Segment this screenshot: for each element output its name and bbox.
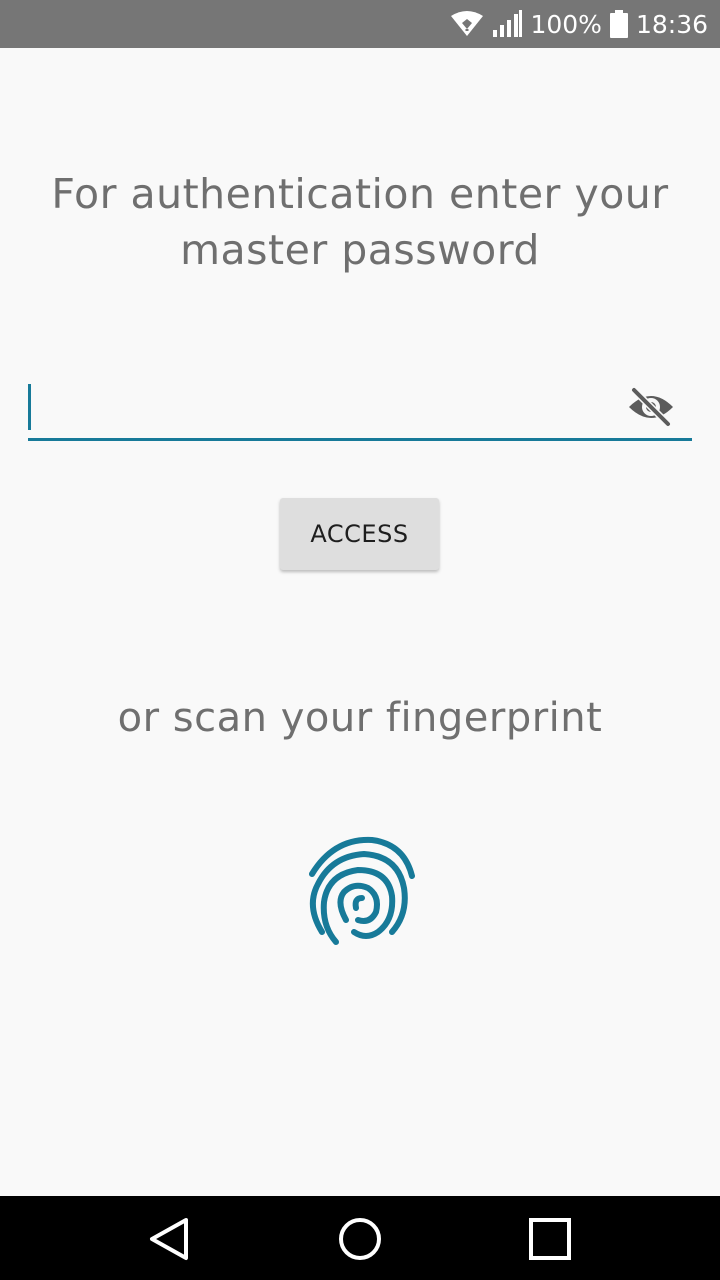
status-bar: 100% 18:36	[0, 0, 720, 48]
auth-prompt: For authentication enter your master pas…	[51, 170, 669, 274]
clock: 18:36	[635, 9, 708, 39]
battery-icon	[609, 10, 628, 38]
home-icon[interactable]	[337, 1216, 383, 1262]
password-underline	[28, 438, 692, 441]
password-field	[28, 376, 692, 442]
fingerprint-prompt: or scan your fingerprint	[117, 695, 603, 741]
text-caret	[28, 384, 31, 430]
wifi-icon	[451, 11, 484, 36]
access-button[interactable]: ACCESS	[280, 498, 439, 570]
recents-icon[interactable]	[527, 1216, 573, 1262]
password-input[interactable]	[28, 376, 624, 436]
status-icons: 100% 18:36	[450, 0, 708, 48]
eye-off-icon[interactable]	[626, 384, 676, 430]
navigation-bar	[0, 1196, 720, 1280]
fingerprint-icon[interactable]	[300, 832, 420, 960]
back-icon[interactable]	[147, 1216, 193, 1262]
battery-percent: 100%	[530, 9, 602, 39]
signal-icon	[493, 10, 523, 37]
